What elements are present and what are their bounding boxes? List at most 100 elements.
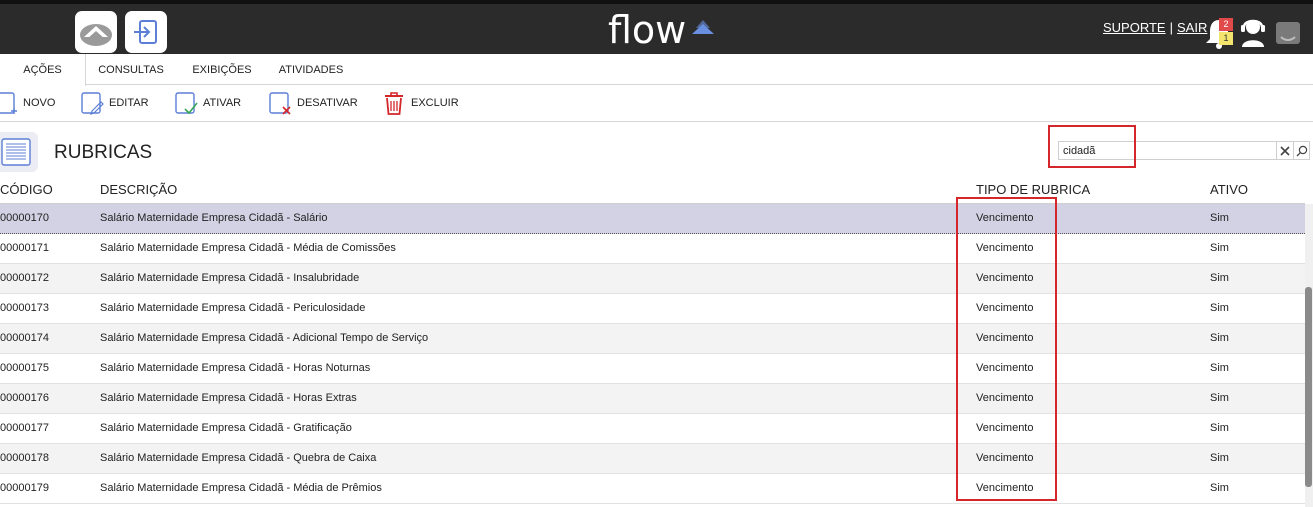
tab-bar: AÇÕES CONSULTAS EXIBIÇÕES ATIVIDADES [0,54,1313,86]
cell-active: Sim [1210,452,1229,464]
table-row[interactable]: 00000170 Salário Maternidade Empresa Cid… [0,204,1305,234]
chat-icon[interactable] [1275,21,1301,47]
cell-code: 00000172 [0,272,49,284]
logo-text: flow [608,8,687,52]
cell-description: Salário Maternidade Empresa Cidadã - Hor… [100,392,357,404]
logout-link[interactable]: SAIR [1177,20,1207,35]
cell-type: Vencimento [976,242,1034,254]
table-scrollbar-thumb[interactable] [1305,287,1312,487]
cell-description: Salário Maternidade Empresa Cidadã - Per… [100,302,366,314]
new-button[interactable]: NOVO [0,89,55,117]
search-button[interactable] [1293,141,1310,160]
cell-active: Sim [1210,272,1229,284]
edit-label: EDITAR [109,97,149,109]
new-document-icon [0,92,17,114]
action-toolbar: NOVO EDITAR ATIVAR DESATIVAR EXCLUIR [0,85,1313,122]
cell-code: 00000176 [0,392,49,404]
page-title: RUBRICAS [54,142,153,163]
logo-caret-icon [692,20,715,34]
cell-active: Sim [1210,332,1229,344]
column-header-type[interactable]: TIPO DE RUBRICA [976,182,1090,197]
cell-description: Salário Maternidade Empresa Cidadã - Sal… [100,212,328,224]
cell-code: 00000177 [0,422,49,434]
tab-exibicoes[interactable]: EXIBIÇÕES [192,54,252,85]
support-agent-icon[interactable] [1239,16,1267,48]
rubricas-list-icon [0,132,38,172]
table-row[interactable]: 00000175 Salário Maternidade Empresa Cid… [0,354,1305,384]
cell-type: Vencimento [976,452,1034,464]
cell-active: Sim [1210,482,1229,494]
cell-code: 00000173 [0,302,49,314]
table-row[interactable]: 00000176 Salário Maternidade Empresa Cid… [0,384,1305,414]
close-icon [1280,145,1290,156]
cell-active: Sim [1210,242,1229,254]
deactivate-label: DESATIVAR [297,97,358,109]
cell-active: Sim [1210,302,1229,314]
table-row[interactable]: 00000177 Salário Maternidade Empresa Cid… [0,414,1305,444]
cell-code: 00000171 [0,242,49,254]
home-cloud-icon [80,24,112,46]
cell-description: Salário Maternidade Empresa Cidadã - Méd… [100,482,382,494]
activate-check-icon [175,92,198,115]
cell-type: Vencimento [976,362,1034,374]
cell-active: Sim [1210,212,1229,224]
column-header-active[interactable]: ATIVO [1210,182,1248,197]
cell-description: Salário Maternidade Empresa Cidadã - Que… [100,452,377,464]
notification-badge-yellow[interactable]: 1 [1219,32,1233,45]
cell-code: 00000178 [0,452,49,464]
column-header-code[interactable]: CÓDIGO [0,182,53,197]
login-button[interactable] [125,11,167,53]
cell-description: Salário Maternidade Empresa Cidadã - Gra… [100,422,352,434]
notification-badge-red[interactable]: 2 [1219,18,1233,31]
cell-active: Sim [1210,422,1229,434]
activate-label: ATIVAR [203,97,242,109]
search-input[interactable] [1058,141,1276,160]
cell-description: Salário Maternidade Empresa Cidadã - Hor… [100,362,371,374]
table-row[interactable]: 00000171 Salário Maternidade Empresa Cid… [0,234,1305,264]
trash-icon [385,92,403,115]
activate-button[interactable]: ATIVAR [174,89,241,117]
search-box [1058,141,1310,160]
tab-consultas[interactable]: CONSULTAS [98,54,164,85]
table-row[interactable]: 00000178 Salário Maternidade Empresa Cid… [0,444,1305,474]
cell-code: 00000170 [0,212,49,224]
clear-search-button[interactable] [1276,141,1293,160]
table-row[interactable]: 00000179 Salário Maternidade Empresa Cid… [0,474,1305,504]
cell-code: 00000175 [0,362,49,374]
cell-active: Sim [1210,362,1229,374]
top-links: SUPORTE | SAIR [1103,20,1207,35]
cell-type: Vencimento [976,212,1034,224]
edit-document-icon [81,92,104,115]
new-label: NOVO [23,97,56,109]
table-row[interactable]: 00000174 Salário Maternidade Empresa Cid… [0,324,1305,354]
cell-type: Vencimento [976,302,1034,314]
tab-acoes[interactable]: AÇÕES [0,54,86,86]
table-row[interactable]: 00000173 Salário Maternidade Empresa Cid… [0,294,1305,324]
delete-label: EXCLUIR [411,97,459,109]
table-header: CÓDIGO DESCRIÇÃO TIPO DE RUBRICA ATIVO [0,177,1305,204]
deactivate-button[interactable]: DESATIVAR [268,89,358,117]
flow-logo: flow [608,8,715,52]
login-icon [134,20,157,44]
home-button[interactable] [75,11,117,53]
cell-code: 00000179 [0,482,49,494]
table-body: 00000170 Salário Maternidade Empresa Cid… [0,204,1305,504]
cell-type: Vencimento [976,332,1034,344]
app-window: flow SUPORTE | SAIR 2 1 AÇÕES CONSULTAS … [0,0,1313,507]
delete-button[interactable]: EXCLUIR [382,89,459,117]
tab-atividades[interactable]: ATIVIDADES [278,54,344,85]
column-header-description[interactable]: DESCRIÇÃO [100,182,177,197]
cell-type: Vencimento [976,422,1034,434]
cell-description: Salário Maternidade Empresa Cidadã - Adi… [100,332,429,344]
cell-type: Vencimento [976,392,1034,404]
cell-type: Vencimento [976,482,1034,494]
cell-active: Sim [1210,392,1229,404]
cell-description: Salário Maternidade Empresa Cidadã - Ins… [100,272,360,284]
table-row[interactable]: 00000172 Salário Maternidade Empresa Cid… [0,264,1305,294]
cell-description: Salário Maternidade Empresa Cidadã - Méd… [100,242,396,254]
edit-button[interactable]: EDITAR [80,89,149,117]
support-link[interactable]: SUPORTE [1103,20,1166,35]
cell-code: 00000174 [0,332,49,344]
cell-type: Vencimento [976,272,1034,284]
search-icon [1296,145,1307,156]
